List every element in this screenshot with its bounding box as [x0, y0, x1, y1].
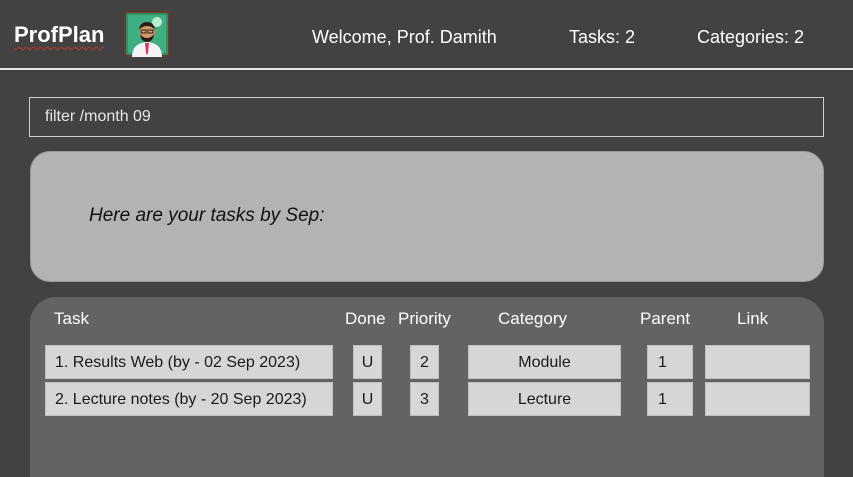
task-name-cell[interactable]: 2. Lecture notes (by - 20 Sep 2023): [45, 382, 333, 416]
task-priority-cell[interactable]: 2: [410, 345, 439, 379]
tasks-count: Tasks: 2: [569, 27, 636, 47]
task-priority-cell[interactable]: 3: [410, 382, 439, 416]
app-title: ProfPlan: [14, 22, 105, 47]
categories-count: Categories: 2: [697, 27, 805, 47]
column-header-task: Task: [54, 309, 89, 328]
column-header-done: Done: [345, 309, 386, 328]
app-header: ProfPlan Welcome, Prof. Damith Tasks: 2 …: [0, 0, 853, 70]
task-category-cell[interactable]: Lecture: [468, 382, 621, 416]
column-header-category: Category: [498, 309, 567, 328]
task-link-cell[interactable]: [705, 345, 810, 379]
command-input[interactable]: [29, 97, 824, 137]
welcome-message: Welcome, Prof. Damith: [312, 27, 497, 47]
column-header-priority: Priority: [398, 309, 451, 328]
task-done-cell[interactable]: U: [353, 345, 382, 379]
task-done-cell[interactable]: U: [353, 382, 382, 416]
result-display: Here are your tasks by Sep:: [30, 151, 824, 282]
professor-avatar-icon: [124, 11, 170, 57]
task-link-cell[interactable]: [705, 382, 810, 416]
task-category-cell[interactable]: Module: [468, 345, 621, 379]
column-header-link: Link: [737, 309, 769, 328]
task-parent-cell[interactable]: 1: [647, 382, 693, 416]
result-message: Here are your tasks by Sep:: [89, 205, 325, 226]
column-header-parent: Parent: [640, 309, 691, 328]
task-parent-cell[interactable]: 1: [647, 345, 693, 379]
task-name-cell[interactable]: 1. Results Web (by - 02 Sep 2023): [45, 345, 333, 379]
